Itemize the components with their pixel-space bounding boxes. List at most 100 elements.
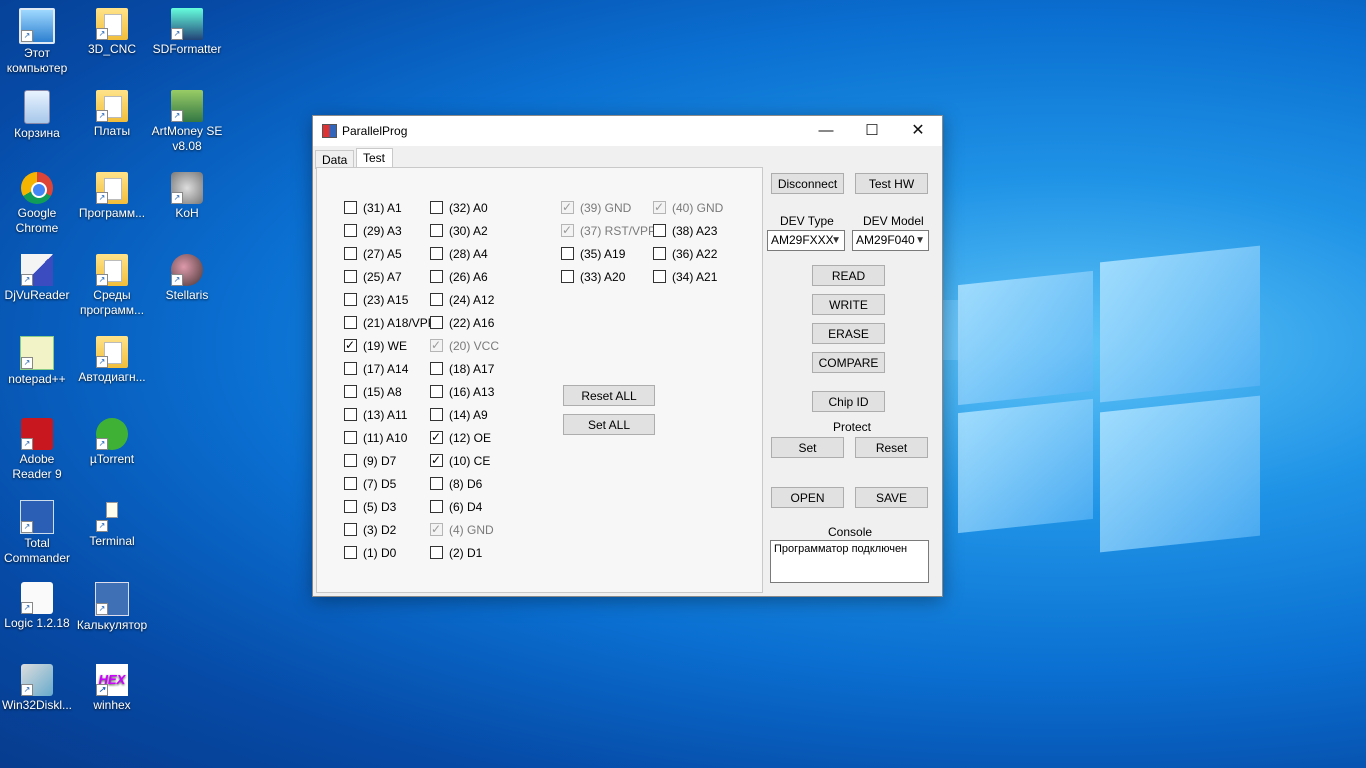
notepad-plus-plus-icon: ↗ <box>20 336 54 370</box>
erase-button[interactable]: ERASE <box>812 323 885 344</box>
tab-test-hw[interactable]: Test H/W <box>356 148 394 183</box>
chip-id-button[interactable]: Chip ID <box>812 391 885 412</box>
checkbox-box <box>430 247 443 260</box>
desktop-icon-win32diskimager[interactable]: ↗ Win32Diskl... <box>0 664 74 713</box>
desktop-icon-terminal[interactable]: ↗ Terminal <box>75 500 149 549</box>
pin-label: (21) A18/VPP <box>363 316 436 330</box>
desktop-icon-chrome[interactable]: Google Chrome <box>0 172 74 236</box>
checkbox-box <box>344 477 357 490</box>
desktop-icon-stellaris[interactable]: ↗ Stellaris <box>150 254 224 303</box>
desktop-icon-recycle-bin[interactable]: Корзина <box>0 90 74 141</box>
test-hw-button[interactable]: Test HW <box>855 173 928 194</box>
protect-reset-button[interactable]: Reset <box>855 437 928 458</box>
pin-label: (12) OE <box>449 431 492 445</box>
disconnect-button[interactable]: Disconnect <box>771 173 844 194</box>
desktop-icon-calculator[interactable]: ↗ Калькулятор <box>75 582 149 633</box>
checkbox-box <box>344 523 357 536</box>
pin-label: (28) A4 <box>449 247 488 261</box>
desktop-icon-total-commander[interactable]: ↗ Total Commander <box>0 500 74 566</box>
chrome-icon <box>21 172 53 204</box>
dev-type-value: AM29FXXX <box>771 233 834 247</box>
pin-label: (5) D3 <box>363 500 397 514</box>
app-icon <box>322 124 337 138</box>
checkbox-box <box>430 521 443 537</box>
desktop-icon-logic[interactable]: ↗ Logic 1.2.18 <box>0 582 74 631</box>
pin-label: (25) A7 <box>363 270 402 284</box>
read-button[interactable]: READ <box>812 265 885 286</box>
pin-label: (2) D1 <box>449 546 483 560</box>
calculator-icon: ↗ <box>95 582 129 616</box>
compare-button[interactable]: COMPARE <box>812 352 885 373</box>
checkbox-box <box>653 270 666 283</box>
protect-set-button[interactable]: Set <box>771 437 844 458</box>
desktop-icon-sdformatter[interactable]: ↗ SDFormatter <box>150 8 224 57</box>
dev-model-value: AM29F040 <box>856 233 915 247</box>
logic-analyzer-icon: ↗ <box>21 582 53 614</box>
set-all-button[interactable]: Set ALL <box>563 414 655 435</box>
checkbox-box <box>344 201 357 214</box>
pin-label: (13) A11 <box>363 408 408 422</box>
maximize-button[interactable]: ☐ <box>849 116 895 146</box>
checkbox-box <box>430 316 443 329</box>
desktop-icon-label: Stellaris <box>165 288 209 302</box>
computer-icon: ↗ <box>19 8 55 44</box>
checkbox-box <box>653 224 666 237</box>
reset-all-button[interactable]: Reset ALL <box>563 385 655 406</box>
desktop-icon-label: Win32Diskl... <box>1 698 72 712</box>
pin-label: (29) A3 <box>363 224 402 238</box>
pin-label: (26) A6 <box>449 270 488 284</box>
dev-type-label: DEV Type <box>780 214 834 228</box>
desktop-icon-label: Adobe Reader 9 <box>12 452 62 481</box>
checkbox-box <box>344 431 357 444</box>
desktop-icon-label: Среды программ... <box>79 288 145 317</box>
checkbox-box <box>344 385 357 398</box>
checkbox-box <box>430 385 443 398</box>
desktop-icon-artmoney[interactable]: ↗ ArtMoney SE v8.08 <box>150 90 224 154</box>
desktop-icon-label: Программ... <box>78 206 146 220</box>
chevron-down-icon: ▼ <box>915 235 925 246</box>
dev-model-select[interactable]: AM29F040 ▼ <box>852 230 929 251</box>
desktop-icon-notepadpp[interactable]: ↗ notepad++ <box>0 336 74 387</box>
total-commander-icon: ↗ <box>20 500 54 534</box>
desktop-icon-sredy[interactable]: ↗ Среды программ... <box>75 254 149 318</box>
checkbox-box <box>561 247 574 260</box>
desktop-icon-winhex[interactable]: HEX ↗ winhex <box>75 664 149 713</box>
pin-label: (16) A13 <box>449 385 495 399</box>
desktop-icon-utorrent[interactable]: ↗ µTorrent <box>75 418 149 467</box>
save-button[interactable]: SAVE <box>855 487 928 508</box>
dev-type-select[interactable]: AM29FXXX ▼ <box>767 230 845 251</box>
console-textbox[interactable]: Программатор подключен <box>770 540 929 583</box>
minimize-button[interactable]: — <box>803 116 849 146</box>
artmoney-icon: ↗ <box>171 90 203 122</box>
checkbox-box <box>653 199 666 215</box>
checkbox-box <box>430 201 443 214</box>
desktop-icon-label: notepad++ <box>8 372 66 386</box>
open-button[interactable]: OPEN <box>771 487 844 508</box>
desktop-icon-avtodiagn[interactable]: ↗ Автодиагн... <box>75 336 149 385</box>
djvureader-icon: ↗ <box>21 254 53 286</box>
title-bar[interactable]: ParallelProg — ☐ ✕ <box>313 116 942 146</box>
desktop-icon-label: Калькулятор <box>76 618 148 632</box>
write-button[interactable]: WRITE <box>812 294 885 315</box>
checkbox-box <box>430 337 443 353</box>
desktop-icon-label: Logic 1.2.18 <box>4 616 70 630</box>
pin-label: (39) GND <box>580 201 632 215</box>
desktop-icon-platy[interactable]: ↗ Платы <box>75 90 149 139</box>
adobe-reader-icon: ↗ <box>21 418 53 450</box>
desktop-icon-djvureader[interactable]: ↗ DjVuReader <box>0 254 74 303</box>
desktop-icon-programm[interactable]: ↗ Программ... <box>75 172 149 221</box>
pin-label: (24) A12 <box>449 293 495 307</box>
desktop-icon-adobe-reader[interactable]: ↗ Adobe Reader 9 <box>0 418 74 482</box>
desktop-icon-label: 3D_CNC <box>87 42 136 56</box>
pin-label: (19) WE <box>363 339 408 353</box>
desktop-icon-koh[interactable]: ↗ KoH <box>150 172 224 221</box>
window-title: ParallelProg <box>342 124 408 138</box>
wallpaper-windows-logo <box>820 240 1360 680</box>
test-hw-panel: (31) A1 (29) A3 (27) A5 (25) A7 (23) A15… <box>316 167 763 593</box>
desktop-icon-this-pc[interactable]: ↗ Этот компьютер <box>0 8 74 76</box>
pin-label: (30) A2 <box>449 224 488 238</box>
pin-label: (22) A16 <box>449 316 495 330</box>
close-button[interactable]: ✕ <box>895 116 941 146</box>
desktop-icon-label: Google Chrome <box>15 206 59 235</box>
desktop-icon-3d-cnc[interactable]: ↗ 3D_CNC <box>75 8 149 57</box>
